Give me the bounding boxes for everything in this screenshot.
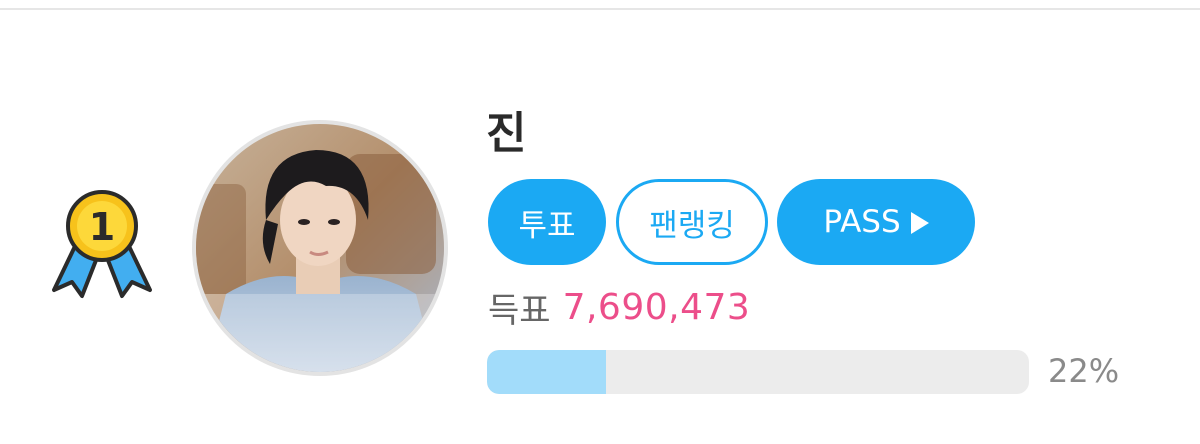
rank-1-medal-icon: 1 (48, 186, 156, 308)
votes-label: 득표 (488, 290, 551, 331)
artist-avatar[interactable] (192, 120, 448, 376)
pass-button[interactable]: PASS (777, 179, 975, 265)
vote-button[interactable]: 투표 (488, 179, 606, 265)
ranking-card: 1 진 투표 팬랭킹 PASS 득표 7,690,473 22% (0, 0, 1200, 444)
vote-share-percent: 22% (1048, 352, 1120, 390)
fan-ranking-button[interactable]: 팬랭킹 (616, 179, 768, 265)
artist-name: 진 (486, 108, 527, 159)
vote-share-progress-fill (487, 350, 607, 394)
play-icon (910, 212, 929, 234)
votes-count: 7,690,473 (562, 286, 751, 328)
vote-button-label: 투표 (518, 207, 576, 244)
votes-row: 득표 7,690,473 (488, 282, 750, 332)
vote-share-progress-bar (487, 350, 1029, 394)
pass-button-label: PASS (823, 204, 901, 240)
rank-number: 1 (89, 205, 115, 249)
top-divider (0, 0, 1200, 10)
fan-ranking-button-label: 팬랭킹 (649, 207, 735, 244)
